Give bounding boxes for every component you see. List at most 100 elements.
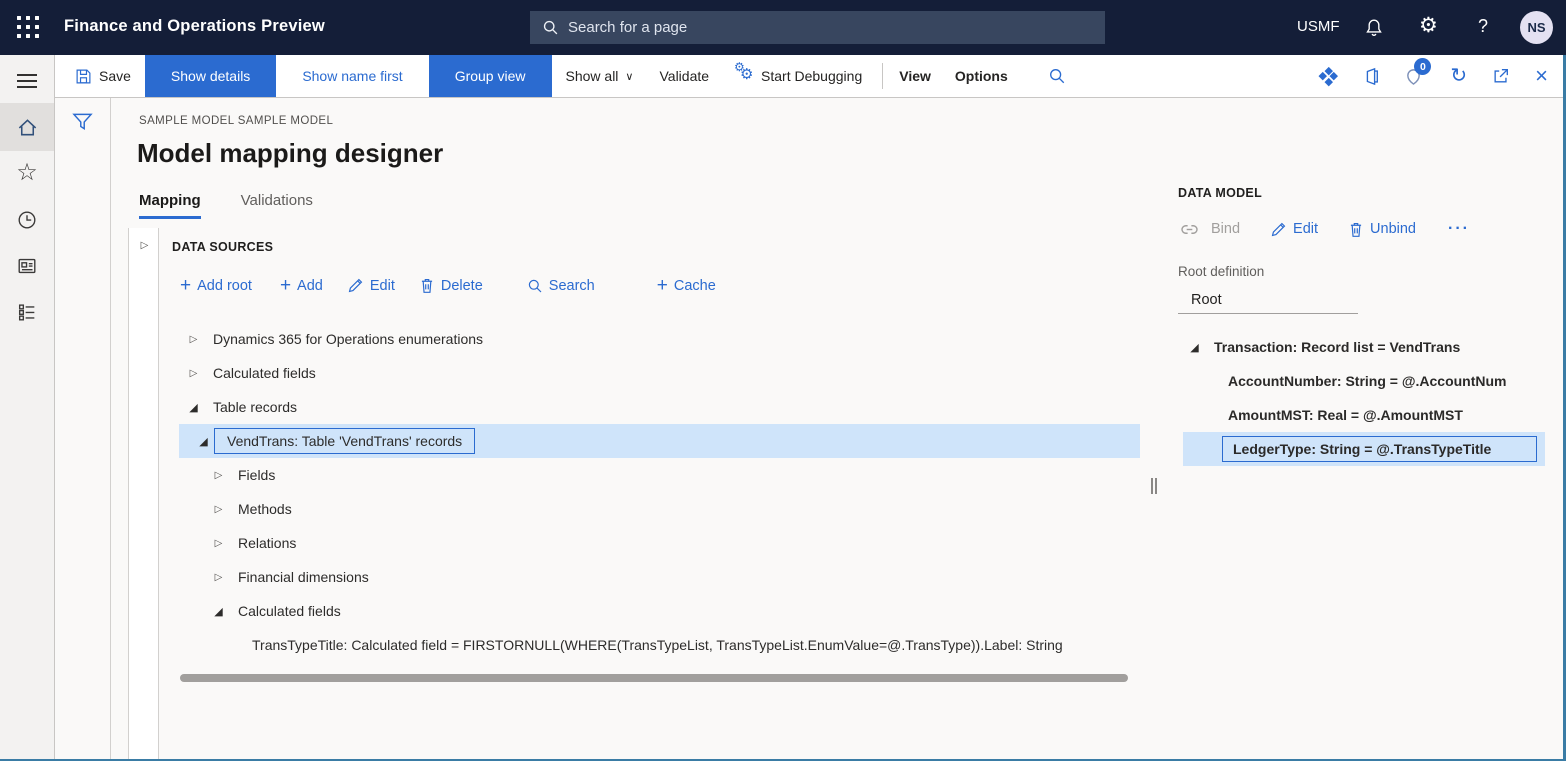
validate-button[interactable]: Validate: [659, 55, 709, 97]
toolbar-search-button[interactable]: [1048, 55, 1073, 97]
tab-mapping[interactable]: Mapping: [139, 192, 201, 219]
chevron-collapsed-icon[interactable]: ▷: [212, 538, 225, 549]
panel-splitter-handle[interactable]: [1151, 478, 1161, 496]
pencil-icon: [1270, 221, 1287, 238]
edit-binding-button[interactable]: Edit: [1270, 221, 1318, 238]
app-title: Finance and Operations Preview: [64, 17, 325, 36]
group-view-button[interactable]: Group view: [429, 55, 552, 97]
tree-item-relations[interactable]: ▷ Relations: [159, 526, 1170, 560]
company-picker[interactable]: USMF: [1297, 18, 1340, 35]
more-options-ellipsis-icon[interactable]: ···: [1448, 220, 1470, 238]
refresh-icon[interactable]: ↻: [1450, 66, 1467, 86]
form-window-icon: [16, 255, 38, 277]
tree-item-accountnumber[interactable]: AccountNumber: String = @.AccountNum: [1178, 364, 1550, 398]
sidebar-item-workspaces[interactable]: [0, 247, 54, 285]
avatar[interactable]: NS: [1520, 11, 1553, 44]
chevron-collapsed-icon[interactable]: ▷: [212, 572, 225, 583]
tree-item-fields[interactable]: ▷ Fields: [159, 458, 1170, 492]
notifications-bell-icon[interactable]: [1364, 17, 1384, 38]
start-debugging-label: Start Debugging: [761, 68, 862, 84]
chevron-expanded-icon[interactable]: ◢: [1188, 341, 1201, 354]
topbar-search[interactable]: [530, 11, 1105, 44]
unbind-label: Unbind: [1370, 221, 1416, 237]
trash-icon: [1348, 221, 1364, 238]
chevron-collapsed-icon[interactable]: ▷: [187, 368, 200, 379]
tree-item-methods[interactable]: ▷ Methods: [159, 492, 1170, 526]
add-button[interactable]: + Add: [280, 276, 323, 295]
save-button[interactable]: Save: [75, 55, 131, 97]
help-icon[interactable]: ?: [1478, 17, 1488, 35]
tree-item-ledgertype-selected[interactable]: LedgerType: String = @.TransTypeTitle: [1183, 432, 1545, 466]
filter-funnel-icon[interactable]: [71, 111, 94, 133]
app-launcher-icon[interactable]: [17, 16, 40, 39]
datasources-panel: DATA SOURCES + Add root + Add Edit Dele: [159, 228, 1170, 759]
hamburger-menu-icon[interactable]: [0, 67, 54, 95]
edit-label: Edit: [370, 278, 395, 294]
show-all-dropdown[interactable]: Show all ∨: [566, 55, 634, 97]
tree-item-calculated-fields-child[interactable]: ◢ Calculated fields: [159, 594, 1170, 628]
close-icon[interactable]: ×: [1535, 65, 1548, 87]
validate-label: Validate: [659, 68, 709, 84]
tree-item-label: Calculated fields: [238, 603, 341, 619]
chevron-expanded-icon[interactable]: ◢: [187, 401, 200, 414]
debug-gears-icon: ⚙⚙: [735, 66, 755, 86]
chevron-expanded-icon[interactable]: ◢: [212, 605, 225, 618]
horizontal-scrollbar[interactable]: [180, 674, 1128, 682]
topbar: Finance and Operations Preview USMF ⚙ ? …: [0, 0, 1566, 55]
tab-validations[interactable]: Validations: [241, 192, 313, 219]
sidebar-item-recent[interactable]: [0, 201, 54, 239]
datamodel-header: DATA MODEL: [1178, 186, 1262, 200]
group-view-label: Group view: [455, 68, 526, 84]
tree-item-vendtrans-selected[interactable]: ◢ VendTrans: Table 'VendTrans' records: [179, 424, 1140, 458]
delete-button[interactable]: Delete: [419, 277, 483, 294]
sidebar-item-modules[interactable]: [0, 293, 54, 331]
left-nav-rail: ☆: [0, 55, 55, 761]
toolbar-right-icons: 0 ↻ ×: [1320, 55, 1548, 97]
tree-item-financial-dimensions[interactable]: ▷ Financial dimensions: [159, 560, 1170, 594]
chevron-expanded-icon[interactable]: ◢: [197, 435, 210, 448]
options-menu[interactable]: Options: [955, 55, 1008, 97]
root-definition-field[interactable]: Root: [1178, 286, 1358, 314]
show-details-button[interactable]: Show details: [145, 55, 276, 97]
tree-item-enumerations[interactable]: ▷ Dynamics 365 for Operations enumeratio…: [159, 322, 1170, 356]
tree-item-transaction[interactable]: ◢ Transaction: Record list = VendTrans: [1178, 330, 1550, 364]
page-title: Model mapping designer: [137, 138, 443, 169]
chevron-collapsed-icon[interactable]: ▷: [187, 334, 200, 345]
tree-item-label: VendTrans: Table 'VendTrans' records: [214, 428, 475, 454]
plus-icon: +: [180, 276, 191, 295]
cache-button[interactable]: + Cache: [657, 276, 716, 295]
chevron-collapsed-icon[interactable]: ▷: [212, 504, 225, 515]
tree-item-label: Calculated fields: [213, 365, 316, 381]
search-input[interactable]: [568, 19, 1105, 36]
office-icon[interactable]: [1362, 67, 1380, 86]
open-in-new-window-icon[interactable]: [1492, 67, 1510, 85]
collapse-panel-icon[interactable]: ▷: [138, 240, 151, 251]
settings-gear-icon[interactable]: ⚙: [1419, 15, 1438, 36]
start-debugging-button[interactable]: ⚙⚙ Start Debugging: [735, 55, 862, 97]
sidebar-item-home[interactable]: [0, 103, 54, 151]
add-root-button[interactable]: + Add root: [180, 276, 252, 295]
messages-icon[interactable]: 0: [1405, 65, 1425, 87]
tree-item-calculated-fields[interactable]: ▷ Calculated fields: [159, 356, 1170, 390]
search-icon: [1048, 67, 1066, 85]
search-tree-button[interactable]: Search: [527, 278, 595, 294]
app-window: Finance and Operations Preview USMF ⚙ ? …: [0, 0, 1566, 761]
tree-item-label: TransTypeTitle: Calculated field = FIRST…: [252, 637, 1063, 653]
show-name-first-button[interactable]: Show name first: [276, 55, 428, 97]
tree-item-amountmst[interactable]: AmountMST: Real = @.AmountMST: [1178, 398, 1550, 432]
bind-button[interactable]: Bind: [1180, 221, 1240, 237]
search-icon: [527, 278, 543, 294]
star-icon: ☆: [16, 158, 38, 187]
add-label: Add: [297, 278, 323, 294]
filter-pane-column: [55, 98, 111, 761]
bind-label: Bind: [1211, 221, 1240, 237]
home-icon: [16, 116, 39, 139]
sidebar-item-favorites[interactable]: ☆: [0, 153, 54, 191]
tree-item-transtypetitle[interactable]: TransTypeTitle: Calculated field = FIRST…: [159, 628, 1170, 662]
unbind-button[interactable]: Unbind: [1348, 221, 1416, 238]
edit-button[interactable]: Edit: [347, 277, 395, 294]
view-menu[interactable]: View: [899, 55, 931, 97]
diamonds-icon[interactable]: [1320, 68, 1337, 85]
tree-item-table-records[interactable]: ◢ Table records: [159, 390, 1170, 424]
chevron-collapsed-icon[interactable]: ▷: [212, 470, 225, 481]
